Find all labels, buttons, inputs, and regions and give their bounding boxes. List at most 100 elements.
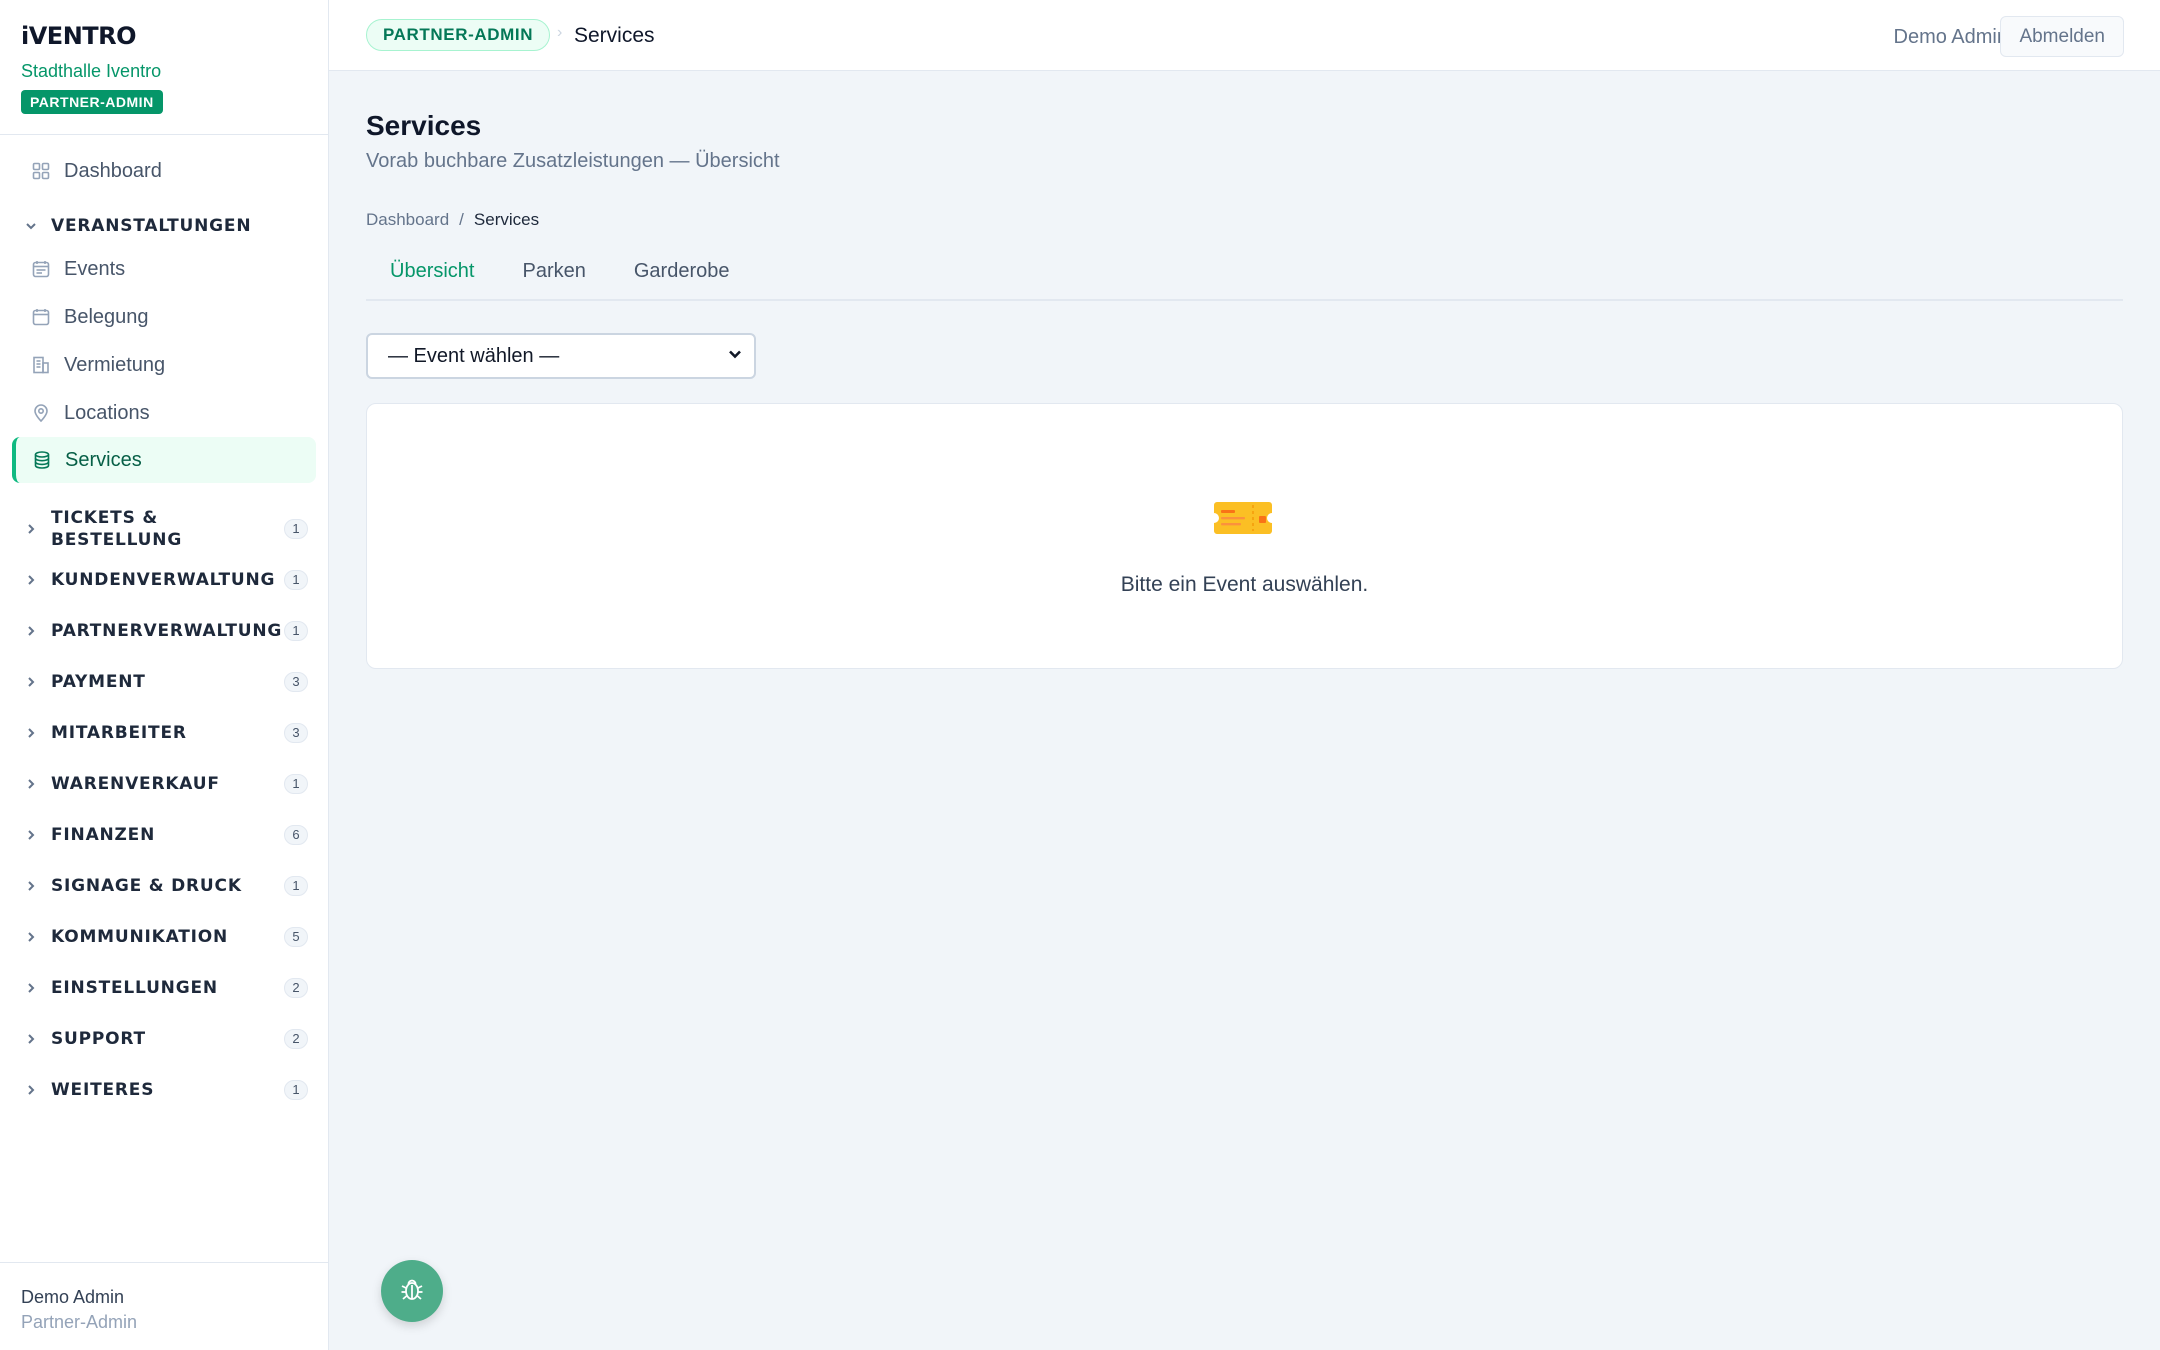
chevron-right-icon <box>24 726 38 740</box>
section-veranstaltungen[interactable]: VERANSTALTUNGEN <box>24 215 304 237</box>
section-tickets-bestellung[interactable]: TICKETS & BESTELLUNG 1 <box>24 507 308 551</box>
section-label: SUPPORT <box>51 1029 146 1049</box>
section-finanzen[interactable]: FINANZEN 6 <box>24 824 308 846</box>
tab-uebersicht[interactable]: Übersicht <box>366 247 498 299</box>
section-label: MITARBEITER <box>51 723 187 743</box>
section-support[interactable]: SUPPORT 2 <box>24 1028 308 1050</box>
chevron-right-icon <box>24 1083 38 1097</box>
section-warenverkauf[interactable]: WARENVERKAUF 1 <box>24 773 308 795</box>
section-label: WARENVERKAUF <box>51 774 220 794</box>
user-name: Demo Admin <box>21 1287 125 1307</box>
role-pill: PARTNER-ADMIN <box>366 19 551 51</box>
building-icon <box>31 355 51 375</box>
chevron-right-icon <box>24 573 38 587</box>
map-pin-icon <box>31 403 51 423</box>
sidebar-item-label: Services <box>65 448 142 471</box>
chevron-right-icon <box>24 930 38 944</box>
sidebar-item-services[interactable]: Services <box>12 437 316 483</box>
breadcrumb-home[interactable]: Dashboard <box>366 209 449 231</box>
section-einstellungen[interactable]: EINSTELLUNGEN 2 <box>24 977 308 999</box>
count-badge: 3 <box>284 723 308 743</box>
count-badge: 2 <box>284 1029 308 1049</box>
chevron-right-icon <box>24 777 38 791</box>
breadcrumb-separator: / <box>459 210 464 229</box>
chevron-right-icon <box>24 879 38 893</box>
sidebar-item-label: Belegung <box>64 305 149 328</box>
count-badge: 1 <box>284 570 308 590</box>
event-select[interactable]: — Event wählen — <box>366 333 756 379</box>
section-label: TICKETS & BESTELLUNG <box>51 508 183 550</box>
sidebar-item-events[interactable]: Events <box>12 246 316 292</box>
sidebar-user: Demo Admin Partner-Admin <box>0 1262 328 1350</box>
page-subtitle: Vorab buchbare Zusatzleistungen — Übersi… <box>366 150 780 172</box>
chevron-right-icon <box>24 624 38 638</box>
section-kommunikation[interactable]: KOMMUNIKATION 5 <box>24 926 308 948</box>
empty-state-card: Bitte ein Event auswählen. <box>366 403 2123 669</box>
sidebar-item-label: Dashboard <box>64 159 162 182</box>
sidebar-item-dashboard[interactable]: Dashboard <box>12 148 316 194</box>
section-label: PAYMENT <box>51 672 146 692</box>
ticket-icon <box>1214 502 1272 534</box>
count-badge: 3 <box>284 672 308 692</box>
event-select-value: — Event wählen — <box>388 344 560 367</box>
topbar: PARTNER-ADMIN › Services Demo Admin Abme… <box>329 0 2160 71</box>
section-label: KOMMUNIKATION <box>51 927 229 947</box>
topbar-title: Services <box>574 24 655 47</box>
sidebar-item-vermietung[interactable]: Vermietung <box>12 342 316 388</box>
user-role: Partner-Admin <box>21 1312 138 1332</box>
count-badge: 1 <box>284 621 308 641</box>
chevron-down-icon <box>24 219 38 233</box>
calendar-icon <box>31 307 51 327</box>
section-partnerverwaltung[interactable]: PARTNERVERWALTUNG 1 <box>24 620 308 642</box>
count-badge: 5 <box>284 927 308 947</box>
calendar-list-icon <box>31 259 51 279</box>
organization-name: Stadthalle Iventro <box>21 61 162 81</box>
tab-parken[interactable]: Parken <box>498 247 609 299</box>
sidebar-item-label: Events <box>64 257 126 280</box>
page-title: Services <box>366 110 482 141</box>
section-label: SIGNAGE & DRUCK <box>51 876 242 896</box>
section-weiteres[interactable]: WEITERES 1 <box>24 1079 308 1101</box>
section-label: EINSTELLUNGEN <box>51 978 218 998</box>
count-badge: 6 <box>284 825 308 845</box>
brand-block: iVENTRO Stadthalle Iventro PARTNER-ADMIN <box>0 0 328 135</box>
tab-garderobe[interactable]: Garderobe <box>610 247 754 299</box>
breadcrumb: Dashboard / Services <box>366 209 539 231</box>
sidebar-item-label: Locations <box>64 401 150 424</box>
section-label: PARTNERVERWALTUNG <box>51 621 283 641</box>
section-signage-druck[interactable]: SIGNAGE & DRUCK 1 <box>24 875 308 897</box>
sidebar: iVENTRO Stadthalle Iventro PARTNER-ADMIN… <box>0 0 329 1350</box>
count-badge: 1 <box>284 774 308 794</box>
count-badge: 2 <box>284 978 308 998</box>
section-label: FINANZEN <box>51 825 156 845</box>
count-badge: 1 <box>284 876 308 896</box>
chevron-right-icon <box>24 828 38 842</box>
section-label: WEITERES <box>51 1080 155 1100</box>
chevron-right-icon <box>24 1032 38 1046</box>
grid-icon <box>31 161 51 181</box>
sidebar-item-locations[interactable]: Locations <box>12 390 316 436</box>
database-icon <box>32 450 52 470</box>
current-user: Demo Admin <box>1893 26 2009 48</box>
app-logo[interactable]: iVENTRO <box>21 22 307 50</box>
role-badge: PARTNER-ADMIN <box>21 90 163 114</box>
empty-state-message: Bitte ein Event auswählen. <box>1120 573 1369 596</box>
count-badge: 1 <box>284 1080 308 1100</box>
topbar-separator: › <box>557 24 563 41</box>
chevron-right-icon <box>24 522 38 536</box>
count-badge: 1 <box>284 519 308 539</box>
section-mitarbeiter[interactable]: MITARBEITER 3 <box>24 722 308 744</box>
section-payment[interactable]: PAYMENT 3 <box>24 671 308 693</box>
chevron-right-icon <box>24 981 38 995</box>
section-label: KUNDENVERWALTUNG <box>51 570 276 590</box>
bug-icon <box>398 1275 426 1308</box>
section-label: VERANSTALTUNGEN <box>51 216 252 236</box>
breadcrumb-current: Services <box>473 210 540 229</box>
chevron-down-icon <box>728 347 742 366</box>
section-kundenverwaltung[interactable]: KUNDENVERWALTUNG 1 <box>24 569 308 591</box>
sidebar-item-belegung[interactable]: Belegung <box>12 294 316 340</box>
bug-report-button[interactable] <box>381 1260 443 1322</box>
sidebar-item-label: Vermietung <box>64 353 166 376</box>
chevron-right-icon <box>24 675 38 689</box>
logout-button[interactable]: Abmelden <box>2000 16 2124 57</box>
